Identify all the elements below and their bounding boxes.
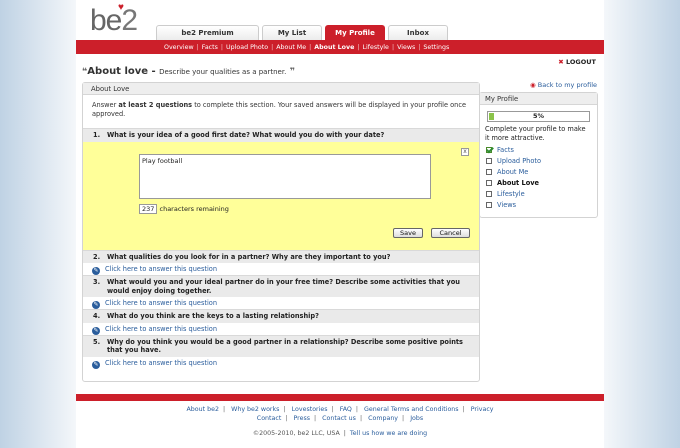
- pencil-icon: ✎: [92, 326, 100, 335]
- question-row: 3. What would you and your ideal partner …: [83, 275, 479, 297]
- footer-link[interactable]: Company: [368, 415, 398, 422]
- footer-link[interactable]: FAQ: [340, 406, 352, 413]
- subnav-views[interactable]: Views: [397, 44, 415, 51]
- question-row: 2. What qualities do you look for in a pa…: [83, 249, 479, 263]
- checkbox-icon: [486, 191, 492, 197]
- save-button[interactable]: Save: [393, 227, 423, 238]
- progress-label: 5%: [532, 112, 545, 120]
- pencil-icon: ✎: [92, 360, 100, 369]
- checkbox-icon: [486, 180, 492, 186]
- answer-link[interactable]: ✎ Click here to answer this question: [83, 323, 479, 335]
- page: be2 ♥ be2 Premium Membership My List My …: [76, 0, 604, 448]
- profile-section-list: Facts Upload Photo About Me About Love L…: [480, 143, 597, 211]
- subnav-upload-photo[interactable]: Upload Photo: [226, 44, 268, 51]
- question-row: 5. Why do you think you would be a good p…: [83, 334, 479, 357]
- footer-link[interactable]: General Terms and Conditions: [364, 406, 459, 413]
- answer-textarea[interactable]: Play football: [139, 153, 431, 199]
- subnav-lifestyle[interactable]: Lifestyle: [362, 44, 388, 51]
- tab-my-profile[interactable]: My Profile: [325, 25, 385, 40]
- right-background: [604, 0, 680, 448]
- title-subtitle: Describe your qualities as a partner.: [159, 68, 287, 76]
- sidebar-item-facts[interactable]: Facts: [486, 145, 597, 156]
- tab-premium[interactable]: be2 Premium Membership: [156, 25, 259, 51]
- about-love-panel: About Love Answer at least 2 questions t…: [82, 82, 480, 382]
- copyright: ©2005-2010, be2 LLC, USA | Tell us how we …: [252, 430, 428, 437]
- be2-logo[interactable]: be2 ♥: [90, 2, 138, 37]
- chars-count: 237: [139, 203, 158, 214]
- checkbox-icon: [486, 202, 492, 208]
- sub-navigation: Overview | Facts | Upload Photo | About Me |…: [76, 40, 604, 54]
- logout-label: LOGOUT: [565, 58, 596, 66]
- sidebar-item-views[interactable]: Views: [486, 200, 597, 211]
- checkbox-icon: [486, 158, 492, 164]
- subnav-facts[interactable]: Facts: [202, 44, 218, 51]
- footer-link[interactable]: Privacy: [471, 406, 494, 413]
- back-to-profile-link[interactable]: ◉ Back to my profile: [530, 81, 597, 89]
- sidebar-item-upload-photo[interactable]: Upload Photo: [486, 156, 597, 167]
- cancel-button[interactable]: Cancel: [431, 227, 470, 238]
- subnav-overview[interactable]: Overview: [164, 44, 194, 51]
- logout-icon: ✖: [558, 58, 564, 66]
- question-row: 1. What is your idea of a good first date…: [83, 128, 479, 142]
- checkbox-icon: [486, 169, 492, 175]
- subnav-about-love[interactable]: About Love: [314, 44, 354, 51]
- close-icon[interactable]: x: [461, 147, 469, 156]
- pencil-icon: ✎: [92, 267, 100, 275]
- footer-link[interactable]: Contact: [257, 415, 282, 422]
- feedback-link[interactable]: Tell us how we are doing: [350, 430, 427, 437]
- left-background: [0, 0, 76, 448]
- footer-links: About be2 | Why be2 works | Lovestories | F…: [186, 406, 494, 422]
- profile-progress-bar: 5%: [487, 111, 590, 122]
- answer-link[interactable]: ✎ Click here to answer this question: [83, 263, 479, 275]
- footer-link[interactable]: Contact us: [322, 415, 356, 422]
- sidebar-item-lifestyle[interactable]: Lifestyle: [486, 189, 597, 200]
- sidebar-text: Complete your profile to make it more at…: [485, 125, 586, 142]
- logo-number: 2: [121, 4, 138, 37]
- pencil-icon: ✎: [92, 301, 100, 309]
- main-tabs: be2 Premium Membership My List My Profil…: [156, 25, 448, 51]
- footer-link[interactable]: About be2: [186, 406, 219, 413]
- answer-link[interactable]: ✎ Click here to answer this question: [83, 297, 479, 309]
- chars-remaining: 237 characters remaining: [139, 203, 229, 214]
- back-label: Back to my profile: [537, 81, 597, 89]
- sidebar-item-about-me[interactable]: About Me: [486, 167, 597, 178]
- back-icon: ◉: [530, 81, 536, 89]
- page-title: ❝About love - Describe your qualities as…: [82, 66, 296, 77]
- my-profile-sidebar: My Profile 5% Complete your profile to m…: [479, 92, 598, 218]
- answer-link[interactable]: ✎ Click here to answer this question: [83, 357, 479, 369]
- close-quote-icon: ❞: [289, 67, 296, 77]
- intro-text: Answer at least 2 questions to complete …: [92, 101, 467, 118]
- panel-header: About Love: [83, 83, 479, 95]
- subnav-about-me[interactable]: About Me: [276, 44, 306, 51]
- tab-my-list[interactable]: My List: [262, 25, 322, 40]
- sidebar-header: My Profile: [480, 93, 597, 105]
- footer-link[interactable]: Press: [293, 415, 310, 422]
- subnav-settings[interactable]: Settings: [423, 44, 449, 51]
- title-text: About love: [87, 66, 149, 77]
- answer-editor: x Play football 237 characters remaining…: [83, 141, 479, 250]
- question-row: 4. What do you think are the keys to a la…: [83, 309, 479, 323]
- tab-inbox[interactable]: Inbox: [388, 25, 448, 40]
- footer-link[interactable]: Jobs: [410, 415, 423, 422]
- heart-icon: ♥: [118, 2, 124, 13]
- sidebar-item-about-love[interactable]: About Love: [486, 178, 597, 189]
- logout-link[interactable]: ✖ LOGOUT: [558, 58, 596, 66]
- footer-link[interactable]: Why be2 works: [231, 406, 279, 413]
- footer-divider: [76, 394, 604, 401]
- logo-text: be: [90, 4, 122, 37]
- checked-icon: [486, 147, 492, 153]
- footer-link[interactable]: Lovestories: [292, 406, 328, 413]
